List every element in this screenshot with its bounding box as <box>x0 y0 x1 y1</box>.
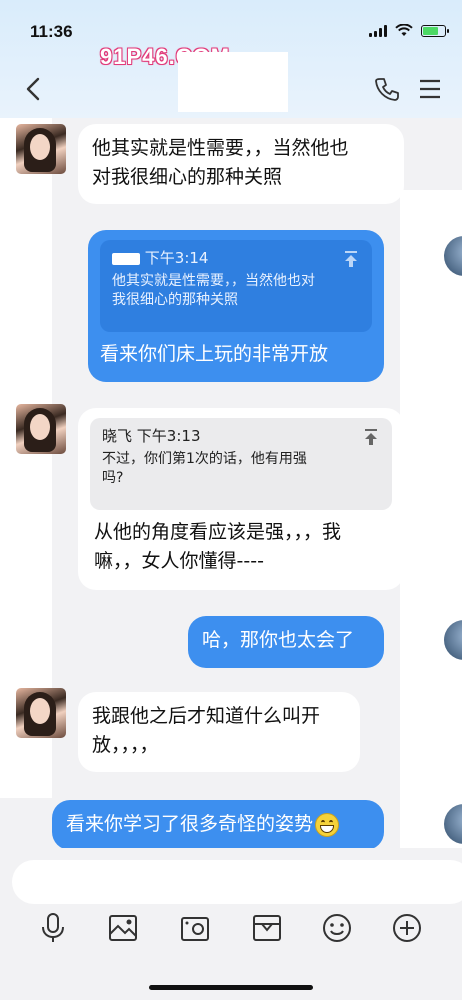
avatar[interactable] <box>16 404 66 454</box>
chat-header: 11:36 91P46.COM <box>0 0 462 118</box>
plus-icon[interactable] <box>392 912 422 944</box>
menu-icon[interactable] <box>418 78 442 100</box>
grinning-face-emoji <box>315 812 340 837</box>
avatar[interactable] <box>16 688 66 738</box>
status-time: 11:36 <box>30 22 73 41</box>
message-text: 嘛，，女人你懂得---- <box>94 550 264 572</box>
gift-icon[interactable] <box>252 912 282 944</box>
input-area <box>0 848 462 1000</box>
quote-sender: 晓飞 <box>102 427 133 445</box>
quote-sender-redacted <box>112 252 140 265</box>
avatar[interactable] <box>16 124 66 174</box>
message-text: 看来你学习了很多奇怪的姿势 <box>66 813 314 835</box>
quote-text: 我很细心的那种关照 <box>112 292 238 308</box>
status-icons <box>369 24 449 37</box>
quoted-message[interactable]: 晓飞 下午3:13 不过，你们第1次的话，他有用强 吗? <box>90 418 392 510</box>
message-bubble[interactable]: 他其实就是性需要，，当然他也 对我很细心的那种关照 <box>78 124 404 204</box>
chat-list[interactable]: 他其实就是性需要，，当然他也 对我很细心的那种关照 下午3:14 他其实就是性需… <box>0 118 462 850</box>
jump-to-top-icon[interactable] <box>362 428 380 446</box>
signal-icon <box>369 24 387 37</box>
right-panel <box>400 190 462 848</box>
message-text: 他其实就是性需要，，当然他也 <box>92 137 349 159</box>
message-text: 看来你们床上玩的非常开放 <box>100 343 329 365</box>
contact-name-redacted <box>178 52 288 112</box>
message-bubble[interactable]: 下午3:14 他其实就是性需要，，当然他也对 我很细心的那种关照 看来你们床上玩… <box>88 230 384 382</box>
message-bubble[interactable]: 我跟他之后才知道什么叫开 放，，，， <box>78 692 360 772</box>
quote-text: 吗? <box>102 470 124 486</box>
message-text: 放，，，， <box>92 734 159 756</box>
battery-icon <box>421 24 449 37</box>
chevron-left-icon[interactable] <box>22 76 46 102</box>
message-bubble[interactable]: 看来你学习了很多奇怪的姿势 <box>52 800 384 850</box>
message-text: 哈，那你也太会了 <box>202 629 355 651</box>
message-text: 我跟他之后才知道什么叫开 <box>92 705 321 727</box>
wifi-icon <box>395 24 413 36</box>
message-text: 对我很细心的那种关照 <box>92 166 283 188</box>
quote-time: 下午3:13 <box>136 427 201 445</box>
jump-to-top-icon[interactable] <box>342 250 360 268</box>
quote-text: 不过，你们第1次的话，他有用强 <box>102 451 307 467</box>
message-text: 从他的角度看应该是强，，，我 <box>94 521 342 543</box>
quoted-message[interactable]: 下午3:14 他其实就是性需要，，当然他也对 我很细心的那种关照 <box>100 240 372 332</box>
home-indicator <box>149 985 313 990</box>
message-bubble[interactable]: 哈，那你也太会了 <box>188 616 384 668</box>
message-input[interactable] <box>12 860 462 904</box>
input-toolbar <box>0 912 462 952</box>
quote-text: 他其实就是性需要，，当然他也对 <box>112 273 315 289</box>
quote-time: 下午3:14 <box>144 249 209 267</box>
phone-icon[interactable] <box>374 76 400 102</box>
emoji-icon[interactable] <box>322 912 352 944</box>
image-icon[interactable] <box>108 912 138 944</box>
message-bubble[interactable]: 晓飞 下午3:13 不过，你们第1次的话，他有用强 吗? 从他的角度看应该是强，… <box>78 408 404 590</box>
camera-icon[interactable] <box>180 912 210 944</box>
microphone-icon[interactable] <box>38 912 68 944</box>
